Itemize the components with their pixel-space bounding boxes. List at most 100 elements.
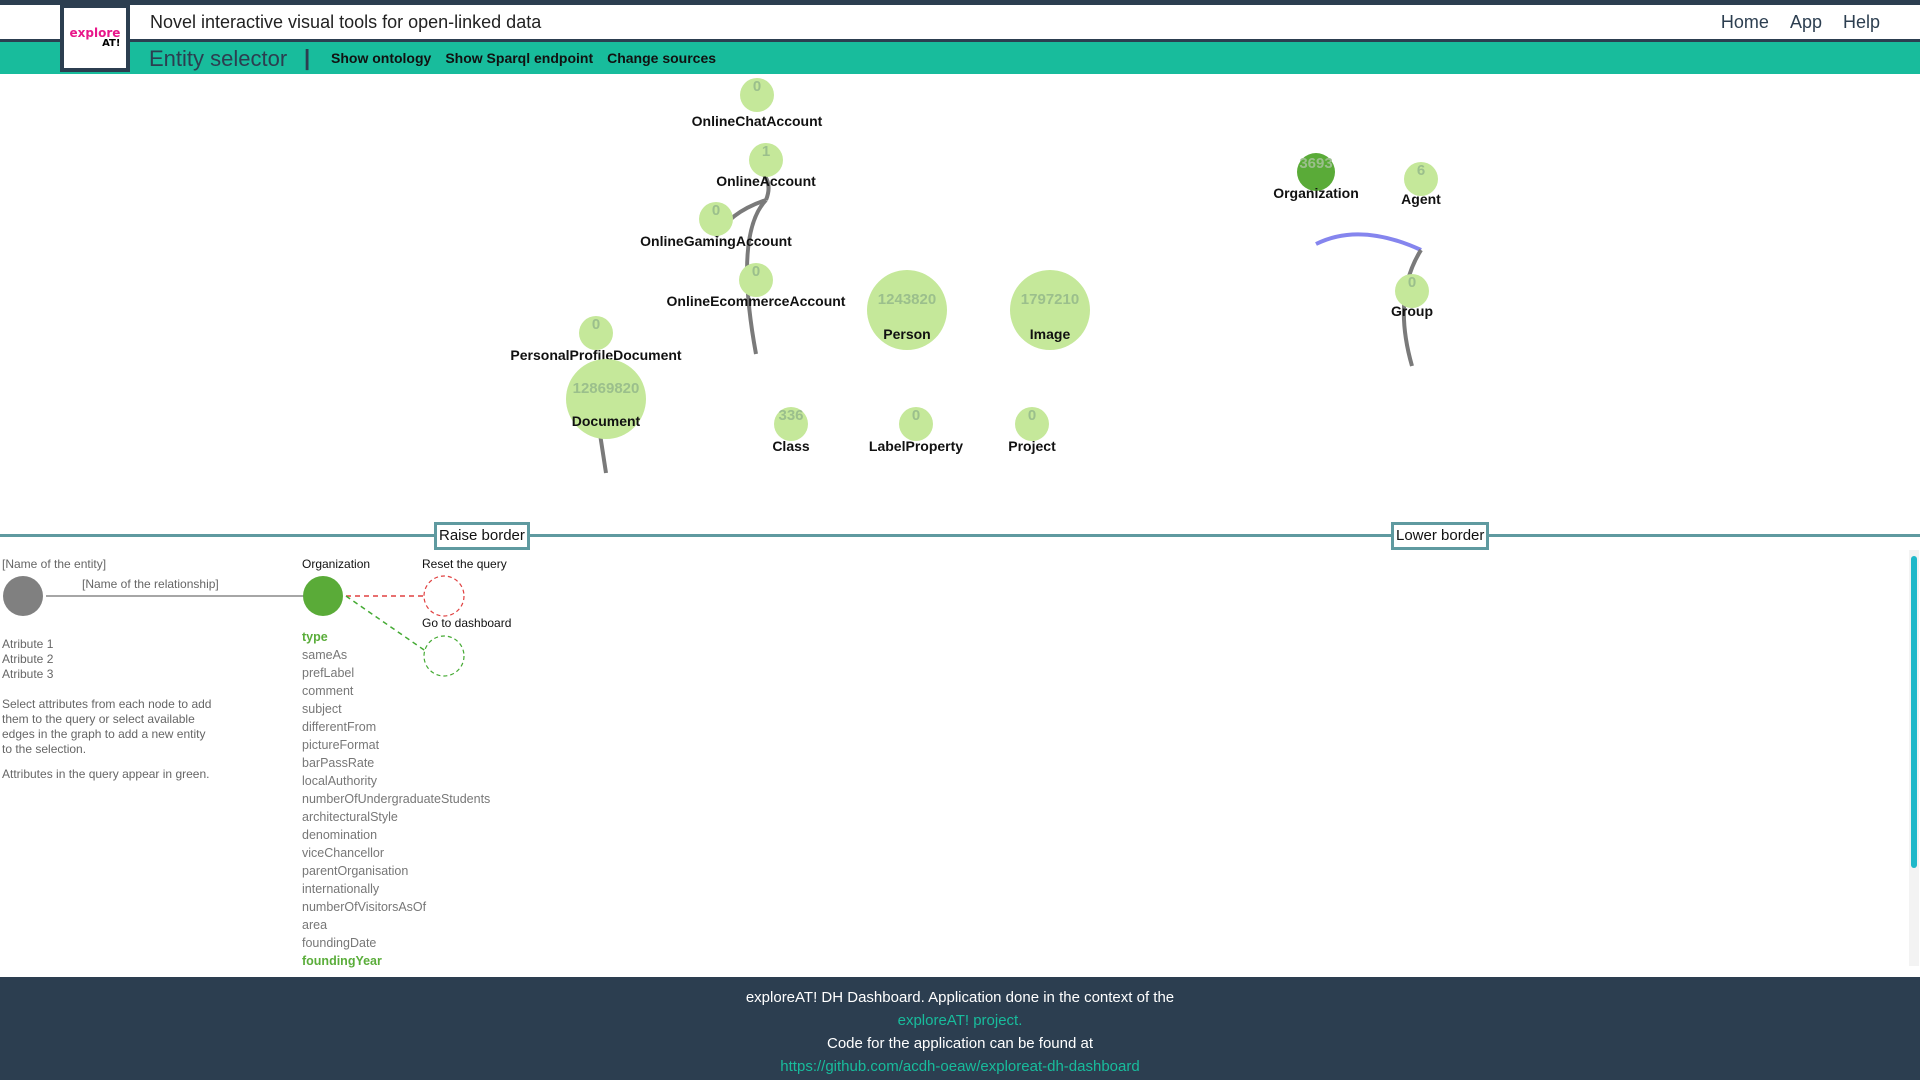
attribute-area[interactable]: area [302, 918, 327, 932]
node-label: Agent [1401, 191, 1441, 207]
node-label: Organization [1273, 185, 1359, 201]
entity-graph[interactable]: 0 OnlineChatAccount 1 OnlineAccount 0 OnlineG… [0, 74, 1920, 536]
attribute-denomination[interactable]: denomination [302, 828, 377, 842]
node-count: 6 [1417, 162, 1425, 179]
site-title: Novel interactive visual tools for open-… [150, 12, 542, 32]
node-label: Project [1008, 438, 1056, 454]
attribute-localAuthority[interactable]: localAuthority [302, 774, 377, 788]
node-label: Document [572, 413, 641, 429]
edge-organization-agent[interactable] [1315, 232, 1422, 252]
attribute-type[interactable]: type [302, 630, 328, 644]
nav-help[interactable]: Help [1843, 12, 1880, 33]
change-sources-link[interactable]: Change sources [607, 50, 716, 66]
graph-node-organization[interactable]: 3693 Organization [1273, 153, 1359, 201]
node-count: 1243820 [878, 291, 936, 308]
query-panel: [Name of the entity] [Name of the relati… [0, 537, 1920, 977]
help-text-line-3: edges in the graph to add a new entity [2, 727, 206, 741]
help-text-line-1: Select attributes from each node to add [2, 697, 212, 711]
graph-node-agent[interactable]: 6 Agent [1401, 162, 1441, 207]
node-count: 0 [752, 263, 760, 280]
legend-attribute-2: Atribute 2 [2, 652, 54, 666]
page-title: Entity selector [149, 46, 288, 71]
graph-node-onlinegamingaccount[interactable]: 0 OnlineGamingAccount [640, 202, 792, 249]
node-count: 0 [753, 78, 761, 95]
top-nav: Home App Help [1721, 12, 1880, 33]
node-count: 3693 [1299, 155, 1332, 172]
node-count: 1797210 [1021, 291, 1079, 308]
sub-nav: Show ontology Show Sparql endpoint Chang… [331, 50, 716, 66]
graph-node-project[interactable]: 0 Project [1008, 407, 1056, 454]
query-entity-name: Organization [302, 557, 371, 571]
graph-node-onlineecommerceaccount[interactable]: 0 OnlineEcommerceAccount [667, 263, 846, 309]
query-entity-circle[interactable] [303, 576, 343, 616]
header-bar: Novel interactive visual tools for open-… [0, 5, 1920, 42]
legend-entity-circle [3, 576, 43, 616]
node-label: Group [1391, 303, 1433, 319]
footer-line-2: Code for the application can be found at [826, 1035, 1094, 1052]
graph-node-personalprofiledocument[interactable]: 0PersonalProfileDocument [510, 316, 682, 363]
reset-query-label[interactable]: Reset the query [422, 557, 507, 571]
graph-node-class[interactable]: 336 Class [772, 407, 810, 454]
attribute-subject[interactable]: subject [302, 702, 342, 716]
attribute-numberOfVisitorsAsOf[interactable]: numberOfVisitorsAsOf [302, 900, 426, 914]
attribute-parentOrganisation[interactable]: parentOrganisation [302, 864, 408, 878]
separator: | [304, 45, 311, 70]
nav-app[interactable]: App [1790, 12, 1822, 33]
footer: exploreAT! DH Dashboard. Application don… [0, 977, 1920, 1080]
attribute-foundingDate[interactable]: foundingDate [302, 936, 376, 950]
exploreat-project-link[interactable]: exploreAT! project. [0, 1009, 1920, 1032]
attribute-pictureFormat[interactable]: pictureFormat [302, 738, 379, 752]
scrollbar-thumb[interactable] [1911, 556, 1917, 868]
node-label: Person [883, 326, 930, 342]
exploreat-logo[interactable]: explore AT! [60, 4, 130, 72]
attribute-foundingYear[interactable]: foundingYear [302, 954, 382, 968]
dashboard-line [345, 595, 428, 653]
graph-node-document[interactable]: 12869820 Document [566, 359, 646, 439]
attribute-numberOfUndergraduateStudents[interactable]: numberOfUndergraduateStudents [302, 792, 490, 806]
attribute-prefLabel[interactable]: prefLabel [302, 666, 354, 680]
attribute-differentFrom[interactable]: differentFrom [302, 720, 376, 734]
node-label: Image [1030, 326, 1071, 342]
logo-text-bottom: AT! [102, 37, 121, 49]
attribute-comment[interactable]: comment [302, 684, 353, 698]
node-label: OnlineEcommerceAccount [667, 293, 846, 309]
attribute-architecturalStyle[interactable]: architecturalStyle [302, 810, 398, 824]
node-count: 0 [1028, 407, 1036, 424]
attribute-barPassRate[interactable]: barPassRate [302, 756, 374, 770]
help-text-attributes-green: Attributes in the query appear in green. [2, 767, 210, 781]
logo-text-top: explore [69, 25, 121, 40]
node-count: 0 [1408, 274, 1416, 291]
attribute-sameAs[interactable]: sameAs [302, 648, 347, 662]
node-label: OnlineAccount [716, 173, 816, 189]
legend-attribute-1: Atribute 1 [2, 637, 54, 651]
node-count: 1 [762, 143, 770, 160]
show-ontology-link[interactable]: Show ontology [331, 50, 431, 66]
go-to-dashboard-button[interactable] [423, 635, 465, 677]
github-repo-link[interactable]: https://github.com/acdh-oeaw/exploreat-d… [0, 1055, 1920, 1078]
graph-node-onlinechataccount[interactable]: 0 OnlineChatAccount [692, 78, 823, 129]
node-count: 12869820 [573, 380, 640, 397]
node-count: 0 [712, 202, 720, 219]
help-text-line-4: to the selection. [2, 742, 87, 756]
node-label: LabelProperty [869, 438, 963, 454]
node-count: 0 [912, 407, 920, 424]
node-count: 336 [778, 407, 803, 424]
sub-navigation-bar: Entity selector | Show ontology Show Spa… [0, 42, 1920, 74]
reset-query-button[interactable] [423, 575, 465, 617]
footer-line-1: exploreAT! DH Dashboard. Application don… [745, 989, 1175, 1006]
help-text-line-2: them to the query or select available [2, 712, 195, 726]
graph-node-person[interactable]: 1243820 Person [867, 270, 947, 350]
graph-node-image[interactable]: 1797210 Image [1010, 270, 1090, 350]
node-count: 0 [592, 316, 600, 333]
node-label: OnlineGamingAccount [640, 233, 792, 249]
graph-node-onlineaccount[interactable]: 1 OnlineAccount [716, 143, 816, 189]
legend-attribute-3: Atribute 3 [2, 667, 54, 681]
graph-node-labelproperty[interactable]: 0 LabelProperty [869, 407, 963, 454]
show-sparql-endpoint-link[interactable]: Show Sparql endpoint [445, 50, 593, 66]
nav-home[interactable]: Home [1721, 12, 1769, 33]
go-to-dashboard-label[interactable]: Go to dashboard [422, 616, 511, 630]
attribute-viceChancellor[interactable]: viceChancellor [302, 846, 384, 860]
attribute-internationally[interactable]: internationally [302, 882, 379, 896]
graph-node-group[interactable]: 0 Group [1391, 274, 1433, 319]
graph-nodes: 0 OnlineChatAccount 1 OnlineAccount 0 OnlineG… [510, 78, 1441, 454]
